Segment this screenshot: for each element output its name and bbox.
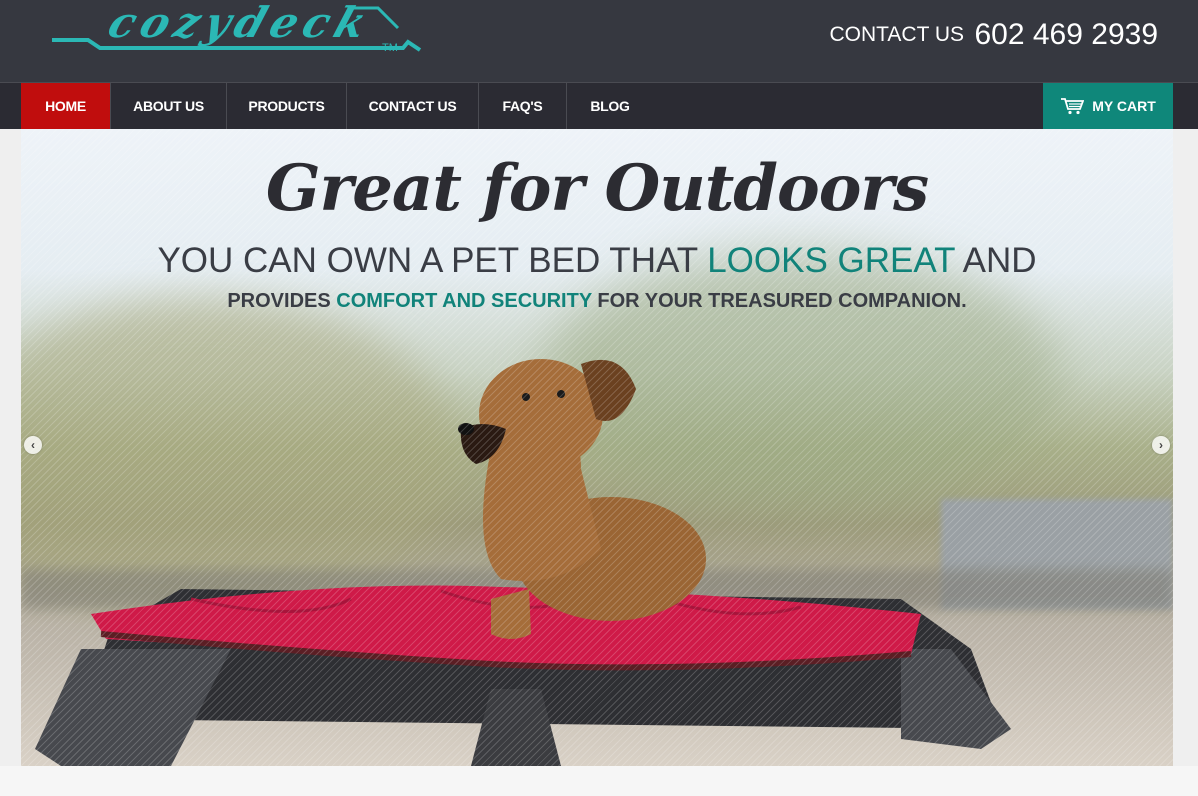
nav-faqs[interactable]: FAQ'S [479,83,567,129]
chevron-left-icon: ‹ [31,438,35,452]
hero-tagline: YOU CAN OWN A PET BED THAT LOOKS GREAT A… [21,241,1173,281]
subtagline-part-1: PROVIDES [227,290,337,312]
subtagline-part-2: FOR YOUR TREASURED COMPANION. [591,290,967,312]
my-cart-button[interactable]: MY CART [1043,83,1173,129]
site-header: cozydeck TM CONTACT US 602 469 2939 [0,0,1198,82]
tagline-part-1: YOU CAN OWN A PET BED THAT [157,241,708,280]
logo-trademark: TM [382,42,398,54]
contact-phone[interactable]: 602 469 2939 [974,18,1158,51]
nav-contact-us[interactable]: CONTACT US [347,83,479,129]
shopping-cart-icon [1061,98,1085,115]
nav-products[interactable]: PRODUCTS [227,83,347,129]
chevron-right-icon: › [1159,438,1163,452]
page-background-strip [0,766,1198,796]
cozydeck-logo[interactable]: cozydeck TM [48,0,428,60]
hero-title: Great for Outdoors [265,151,929,226]
hero-subtagline: PROVIDES COMFORT AND SECURITY FOR YOUR T… [21,290,1173,313]
nav-blog[interactable]: BLOG [567,83,653,129]
tagline-part-2: AND [954,241,1037,280]
cart-label: MY CART [1092,98,1156,114]
hero-slider: Great for Outdoors YOU CAN OWN A PET BED… [21,129,1173,766]
tagline-highlight: LOOKS GREAT [707,241,955,280]
nav-about-us[interactable]: ABOUT US [111,83,227,129]
nav-home[interactable]: HOME [21,83,111,129]
logo-text: cozydeck [102,0,379,47]
slider-prev-button[interactable]: ‹ [24,436,42,454]
subtagline-highlight: COMFORT AND SECURITY [336,290,592,312]
slider-next-button[interactable]: › [1152,436,1170,454]
contact-label: CONTACT US [829,23,965,46]
header-contact: CONTACT US 602 469 2939 [829,18,1158,52]
main-nav: HOME ABOUT US PRODUCTS CONTACT US FAQ'S … [0,82,1198,129]
